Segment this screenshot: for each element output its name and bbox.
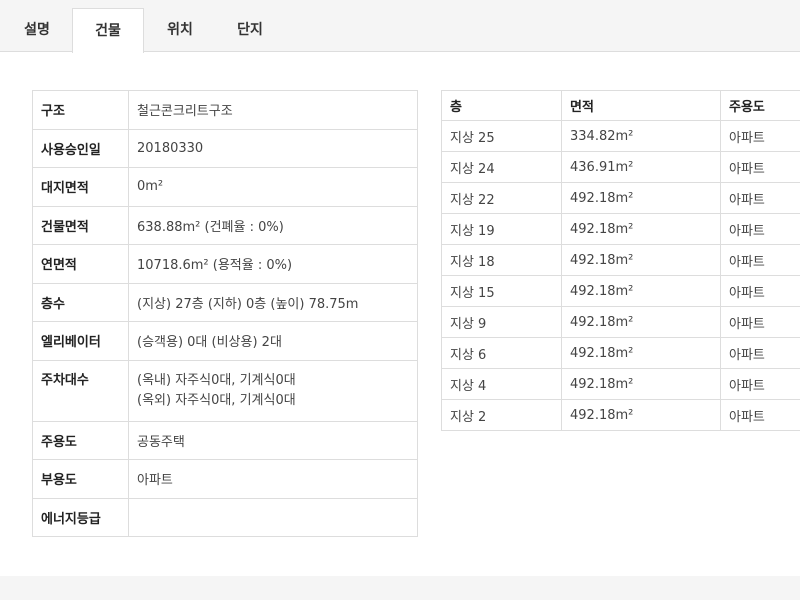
- info-row-sub-use: 부용도 아파트: [32, 459, 418, 499]
- info-label: 주용도: [32, 420, 129, 460]
- table-row: 지상 9 492.18m² 아파트: [441, 306, 800, 338]
- floor-cell: 지상 22: [441, 182, 562, 214]
- table-row: 지상 18 492.18m² 아파트: [441, 244, 800, 276]
- info-label: 연면적: [32, 244, 129, 284]
- use-cell: 아파트: [720, 337, 800, 369]
- floor-cell: 지상 4: [441, 368, 562, 400]
- use-cell: 아파트: [720, 120, 800, 152]
- info-row-main-use: 주용도 공동주택: [32, 420, 418, 460]
- area-cell: 492.18m²: [561, 399, 721, 431]
- info-row-approval-date: 사용승인일 20180330: [32, 128, 418, 168]
- info-value: [128, 497, 418, 537]
- tab-location[interactable]: 위치: [146, 8, 214, 52]
- parking-indoor: (옥내) 자주식0대, 기계식0대: [137, 372, 296, 388]
- table-row: 지상 2 492.18m² 아파트: [441, 399, 800, 431]
- use-cell: 아파트: [720, 213, 800, 245]
- area-cell: 436.91m²: [561, 151, 721, 183]
- floor-cell: 지상 19: [441, 213, 562, 245]
- info-row-total-floor-area: 연면적 10718.6m² (용적율 : 0%): [32, 244, 418, 284]
- floor-cell: 지상 15: [441, 275, 562, 307]
- table-row: 지상 15 492.18m² 아파트: [441, 275, 800, 307]
- info-value: (옥내) 자주식0대, 기계식0대 (옥외) 자주식0대, 기계식0대: [128, 359, 418, 422]
- floor-cell: 지상 9: [441, 306, 562, 338]
- area-column-header: 면적: [561, 90, 721, 121]
- area-cell: 334.82m²: [561, 120, 721, 152]
- area-cell: 492.18m²: [561, 213, 721, 245]
- info-value: 638.88m² (건폐율 : 0%): [128, 205, 418, 245]
- info-label: 건물면적: [32, 205, 129, 245]
- floor-cell: 지상 6: [441, 337, 562, 369]
- info-row-parking: 주차대수 (옥내) 자주식0대, 기계식0대 (옥외) 자주식0대, 기계식0대: [32, 359, 418, 422]
- info-row-floors: 층수 (지상) 27층 (지하) 0층 (높이) 78.75m: [32, 282, 418, 322]
- floor-cell: 지상 25: [441, 120, 562, 152]
- use-cell: 아파트: [720, 368, 800, 400]
- table-row: 지상 22 492.18m² 아파트: [441, 182, 800, 214]
- info-value: 아파트: [128, 459, 418, 499]
- floor-table-header: 층 면적 주용도: [441, 90, 800, 121]
- info-row-building-area: 건물면적 638.88m² (건폐율 : 0%): [32, 205, 418, 245]
- area-cell: 492.18m²: [561, 306, 721, 338]
- table-row: 지상 25 334.82m² 아파트: [441, 120, 800, 152]
- building-info-table: 구조 철근콘크리트구조 사용승인일 20180330 대지면적 0m² 건물면적…: [32, 90, 418, 537]
- footer-strip: [0, 576, 800, 600]
- use-column-header: 주용도: [720, 90, 800, 121]
- floor-table: 층 면적 주용도 지상 25 334.82m² 아파트 지상 24 436.91…: [441, 90, 800, 431]
- info-label: 구조: [32, 90, 129, 130]
- floor-cell: 지상 18: [441, 244, 562, 276]
- table-row: 지상 24 436.91m² 아파트: [441, 151, 800, 183]
- use-cell: 아파트: [720, 306, 800, 338]
- tab-bar: 설명 건물 위치 단지: [0, 0, 800, 53]
- info-value: 0m²: [128, 167, 418, 207]
- use-cell: 아파트: [720, 244, 800, 276]
- use-cell: 아파트: [720, 151, 800, 183]
- table-row: 지상 6 492.18m² 아파트: [441, 337, 800, 369]
- floor-cell: 지상 2: [441, 399, 562, 431]
- use-cell: 아파트: [720, 399, 800, 431]
- info-label: 부용도: [32, 459, 129, 499]
- area-cell: 492.18m²: [561, 244, 721, 276]
- info-value: (지상) 27층 (지하) 0층 (높이) 78.75m: [128, 282, 418, 322]
- info-label: 에너지등급: [32, 497, 129, 537]
- info-value: 철근콘크리트구조: [128, 90, 418, 130]
- tab-description[interactable]: 설명: [4, 8, 70, 52]
- tab-building[interactable]: 건물: [72, 8, 144, 53]
- info-row-elevators: 엘리베이터 (승객용) 0대 (비상용) 2대: [32, 321, 418, 361]
- info-label: 엘리베이터: [32, 321, 129, 361]
- info-row-site-area: 대지면적 0m²: [32, 167, 418, 207]
- area-cell: 492.18m²: [561, 368, 721, 400]
- floor-cell: 지상 24: [441, 151, 562, 183]
- area-cell: 492.18m²: [561, 182, 721, 214]
- info-value: 공동주택: [128, 420, 418, 460]
- area-cell: 492.18m²: [561, 275, 721, 307]
- info-value: 20180330: [128, 128, 418, 168]
- table-row: 지상 4 492.18m² 아파트: [441, 368, 800, 400]
- tab-complex[interactable]: 단지: [216, 8, 284, 52]
- info-value: (승객용) 0대 (비상용) 2대: [128, 321, 418, 361]
- info-label: 층수: [32, 282, 129, 322]
- info-label: 주차대수: [32, 359, 129, 422]
- info-label: 대지면적: [32, 167, 129, 207]
- area-cell: 492.18m²: [561, 337, 721, 369]
- info-row-energy-grade: 에너지등급: [32, 497, 418, 537]
- use-cell: 아파트: [720, 275, 800, 307]
- info-value: 10718.6m² (용적율 : 0%): [128, 244, 418, 284]
- info-label: 사용승인일: [32, 128, 129, 168]
- floor-column-header: 층: [441, 90, 562, 121]
- use-cell: 아파트: [720, 182, 800, 214]
- parking-outdoor: (옥외) 자주식0대, 기계식0대: [137, 392, 296, 408]
- building-info-panel: 구조 철근콘크리트구조 사용승인일 20180330 대지면적 0m² 건물면적…: [0, 52, 800, 576]
- table-row: 지상 19 492.18m² 아파트: [441, 213, 800, 245]
- info-row-structure: 구조 철근콘크리트구조: [32, 90, 418, 130]
